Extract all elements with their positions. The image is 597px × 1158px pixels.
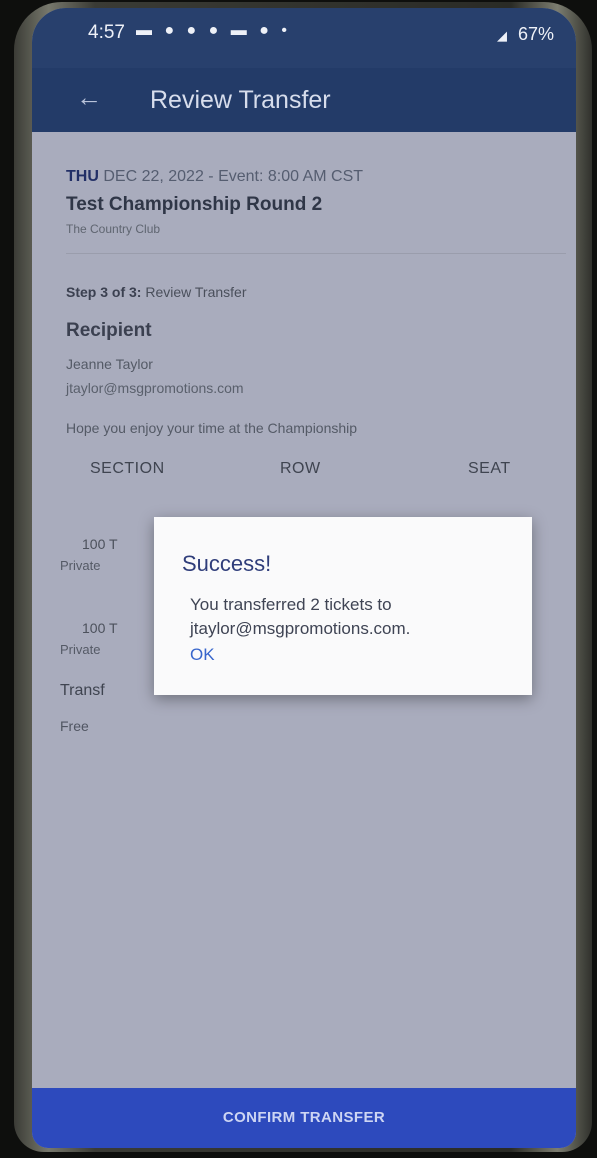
- app-bar: ← Review Transfer: [32, 68, 576, 132]
- ticket-type: Private: [60, 558, 101, 573]
- confirm-transfer-button[interactable]: CONFIRM TRANSFER: [32, 1088, 576, 1148]
- divider: [66, 253, 566, 254]
- ok-button[interactable]: OK: [190, 645, 215, 665]
- recipient-heading: Recipient: [66, 320, 152, 341]
- ticket-section: 100 T: [82, 536, 118, 552]
- screen: 4:57 ▬ ● ● ● ▬ ● • ◢ 67% ← Review Transf…: [32, 8, 576, 1148]
- recipient-name: Jeanne Taylor: [66, 356, 153, 372]
- success-dialog: Success! You transferred 2 tickets to jt…: [154, 517, 532, 695]
- step-label: Step 3 of 3:: [66, 284, 142, 300]
- column-header-section: SECTION: [90, 460, 165, 477]
- status-right: ◢ 67%: [497, 24, 554, 45]
- event-name: Test Championship Round 2: [66, 194, 323, 215]
- step-text: Review Transfer: [145, 284, 247, 300]
- page-title: Review Transfer: [150, 86, 331, 114]
- ticket-section: 100 T: [82, 620, 118, 636]
- dialog-message-line: jtaylor@msgpromotions.com.: [190, 619, 411, 638]
- event-date: THU DEC 22, 2022 - Event: 8:00 AM CST: [66, 168, 363, 186]
- transfer-message: Hope you enjoy your time at the Champion…: [66, 420, 358, 436]
- status-bar: 4:57 ▬ ● ● ● ▬ ● • ◢ 67%: [32, 8, 576, 68]
- event-date-time: DEC 22, 2022 - Event: 8:00 AM CST: [103, 168, 364, 185]
- status-time: 4:57: [88, 22, 125, 43]
- notification-icons: ▬ ● ● ● ▬ ● •: [136, 22, 291, 39]
- column-header-row: ROW: [280, 460, 321, 477]
- transfer-fee-label: Transf: [60, 682, 105, 699]
- event-venue: The Country Club: [66, 222, 161, 236]
- dialog-title: Success!: [182, 551, 272, 576]
- step-indicator: Step 3 of 3: Review Transfer: [66, 284, 247, 300]
- transfer-fee-value: Free: [60, 718, 89, 734]
- signal-icon: ◢: [496, 28, 507, 43]
- back-arrow-icon[interactable]: ←: [76, 82, 102, 113]
- ticket-type: Private: [60, 642, 101, 657]
- dialog-message: You transferred 2 tickets to jtaylor@msg…: [190, 593, 520, 641]
- battery-level: 67%: [517, 24, 554, 44]
- column-header-seat: SEAT: [468, 460, 511, 477]
- recipient-email: jtaylor@msgpromotions.com: [66, 380, 244, 396]
- event-day: THU: [66, 168, 99, 185]
- dialog-message-line: You transferred 2 tickets to: [190, 595, 392, 614]
